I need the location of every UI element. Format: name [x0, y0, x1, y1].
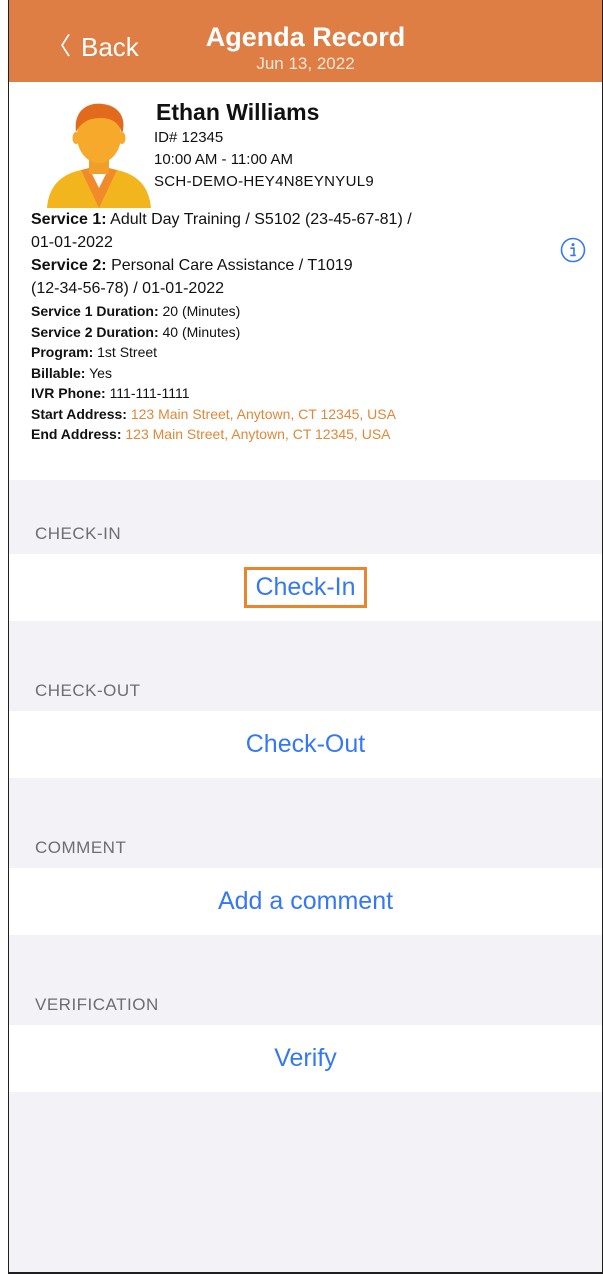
- service-1-duration-value: 20 (Minutes): [162, 303, 241, 319]
- check-in-section-header: CHECK-IN: [9, 480, 602, 554]
- billable-value: Yes: [89, 364, 112, 381]
- ivr-phone: IVR Phone: 111-111-1111: [31, 383, 531, 404]
- nav-bar: 〈 Back Agenda Record Jun 13, 2022: [9, 0, 602, 82]
- service-1-value: Adult Day Training / S5102 (23-45-67-81)…: [110, 211, 412, 228]
- end-address-link[interactable]: 123 Main Street, Anytown, CT 12345, USA: [125, 426, 390, 442]
- service-2-label: Service 2:: [31, 257, 107, 274]
- client-id: ID# 12345: [154, 129, 224, 146]
- empty-background: [9, 1092, 602, 1272]
- program: Program: 1st Street: [31, 342, 531, 363]
- page-date: Jun 13, 2022: [256, 54, 355, 73]
- service-2-value: Personal Care Assistance / T1019: [111, 257, 353, 274]
- verification-section-header: VERIFICATION: [9, 935, 602, 1025]
- start-address: Start Address: 123 Main Street, Anytown,…: [31, 404, 531, 425]
- ivr-phone-value: 111-111-1111: [109, 385, 190, 401]
- comment-section-header: COMMENT: [9, 778, 602, 868]
- service-1-duration-label: Service 1 Duration:: [31, 303, 159, 319]
- schedule-code: SCH-DEMO-HEY4N8EYNYUL9: [154, 173, 374, 190]
- check-out-header-label: CHECK-OUT: [35, 681, 141, 700]
- service-1-duration: Service 1 Duration: 20 (Minutes): [31, 301, 531, 322]
- end-address-label: End Address:: [31, 426, 122, 442]
- service-2-line: Service 2: Personal Care Assistance / T1…: [31, 254, 531, 277]
- comment-row: Add a comment: [9, 868, 602, 935]
- check-in-header-label: CHECK-IN: [35, 524, 122, 543]
- add-comment-button[interactable]: Add a comment: [218, 887, 393, 916]
- client-name: Ethan Williams: [156, 99, 320, 125]
- service-2-code: (12-34-56-78) / 01-01-2022: [31, 280, 225, 297]
- user-avatar-icon: [47, 103, 151, 208]
- appointment-time: 10:00 AM - 11:00 AM: [154, 151, 293, 168]
- verification-header-label: VERIFICATION: [35, 995, 159, 1014]
- program-label: Program:: [31, 344, 94, 360]
- billable-label: Billable:: [31, 364, 86, 381]
- comment-header-label: COMMENT: [35, 838, 127, 857]
- service-1-label: Service 1:: [31, 211, 107, 228]
- nav-title-group: Agenda Record Jun 13, 2022: [9, 22, 602, 75]
- check-in-row: Check-In: [9, 554, 602, 621]
- start-address-label: Start Address:: [31, 405, 127, 422]
- verification-row: Verify: [9, 1025, 602, 1092]
- appointment-details: Service 1: Adult Day Training / S5102 (2…: [31, 208, 531, 445]
- ivr-phone-label: IVR Phone:: [31, 385, 106, 401]
- check-in-button[interactable]: Check-In: [244, 567, 367, 608]
- info-circle-icon[interactable]: [560, 237, 586, 263]
- verify-button[interactable]: Verify: [274, 1044, 337, 1073]
- service-2-duration-label: Service 2 Duration:: [31, 323, 159, 340]
- service-1-date: 01-01-2022: [31, 234, 113, 251]
- program-value: 1st Street: [97, 344, 158, 360]
- client-identity: Ethan Williams ID# 12345 10:00 AM - 11:0…: [154, 98, 374, 193]
- page-title: Agenda Record: [205, 22, 406, 52]
- end-address: End Address: 123 Main Street, Anytown, C…: [31, 424, 531, 445]
- service-2-duration: Service 2 Duration: 40 (Minutes): [31, 322, 531, 343]
- check-out-button[interactable]: Check-Out: [246, 730, 365, 759]
- check-out-section-header: CHECK-OUT: [9, 621, 602, 711]
- service-2-duration-value: 40 (Minutes): [162, 323, 241, 340]
- client-card: Ethan Williams ID# 12345 10:00 AM - 11:0…: [9, 82, 602, 480]
- check-out-row: Check-Out: [9, 711, 602, 778]
- billable: Billable: Yes: [31, 363, 531, 384]
- screen: 〈 Back Agenda Record Jun 13, 2022 Ethan …: [8, 0, 603, 1274]
- service-1-line: Service 1: Adult Day Training / S5102 (2…: [31, 208, 531, 231]
- start-address-link[interactable]: 123 Main Street, Anytown, CT 12345, USA: [131, 406, 396, 422]
